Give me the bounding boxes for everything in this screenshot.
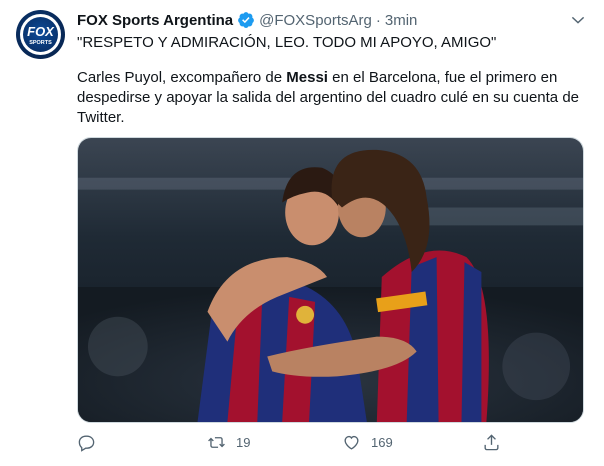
retweet-button[interactable]: 19 — [207, 430, 250, 454]
tweet-photo[interactable] — [77, 137, 584, 423]
verified-badge-icon — [238, 12, 255, 28]
like-count: 169 — [371, 434, 393, 450]
timestamp[interactable]: 3min — [385, 12, 418, 29]
like-button[interactable]: 169 — [342, 430, 393, 454]
tweet-body-start: Carles Puyol, excompañero de — [77, 69, 287, 86]
avatar-logo-top: FOX — [27, 24, 55, 39]
avatar[interactable]: FOX SPORTS — [16, 10, 65, 59]
reply-button[interactable] — [77, 430, 106, 454]
chevron-down-icon — [571, 16, 585, 24]
account-name[interactable]: FOX Sports Argentina — [77, 12, 233, 29]
tweet-card[interactable]: FOX SPORTS FOX Sports Argentina @FOXSpor… — [0, 0, 604, 466]
tweet-body-bold: Messi — [286, 69, 328, 86]
heart-icon — [344, 435, 359, 450]
tweet-body: Carles Puyol, excompañero de Messi en el… — [77, 68, 587, 128]
retweet-count: 19 — [236, 434, 251, 450]
share-button[interactable] — [482, 430, 511, 454]
account-handle[interactable]: @FOXSportsArg — [259, 12, 372, 29]
more-options-button[interactable] — [568, 10, 588, 30]
tweet-headline: "RESPETO Y ADMIRACIÓN, LEO. TODO MI APOY… — [77, 34, 497, 51]
photo-players-embrace — [78, 138, 583, 422]
separator-dot: · — [375, 11, 381, 29]
tweet-actions: 19 169 — [77, 430, 499, 454]
retweet-icon — [208, 436, 225, 448]
share-icon — [484, 433, 499, 450]
tweet-header: FOX Sports Argentina @FOXSportsArg · 3mi… — [77, 9, 417, 31]
avatar-logo-bottom: SPORTS — [29, 40, 52, 46]
reply-icon — [78, 434, 95, 452]
